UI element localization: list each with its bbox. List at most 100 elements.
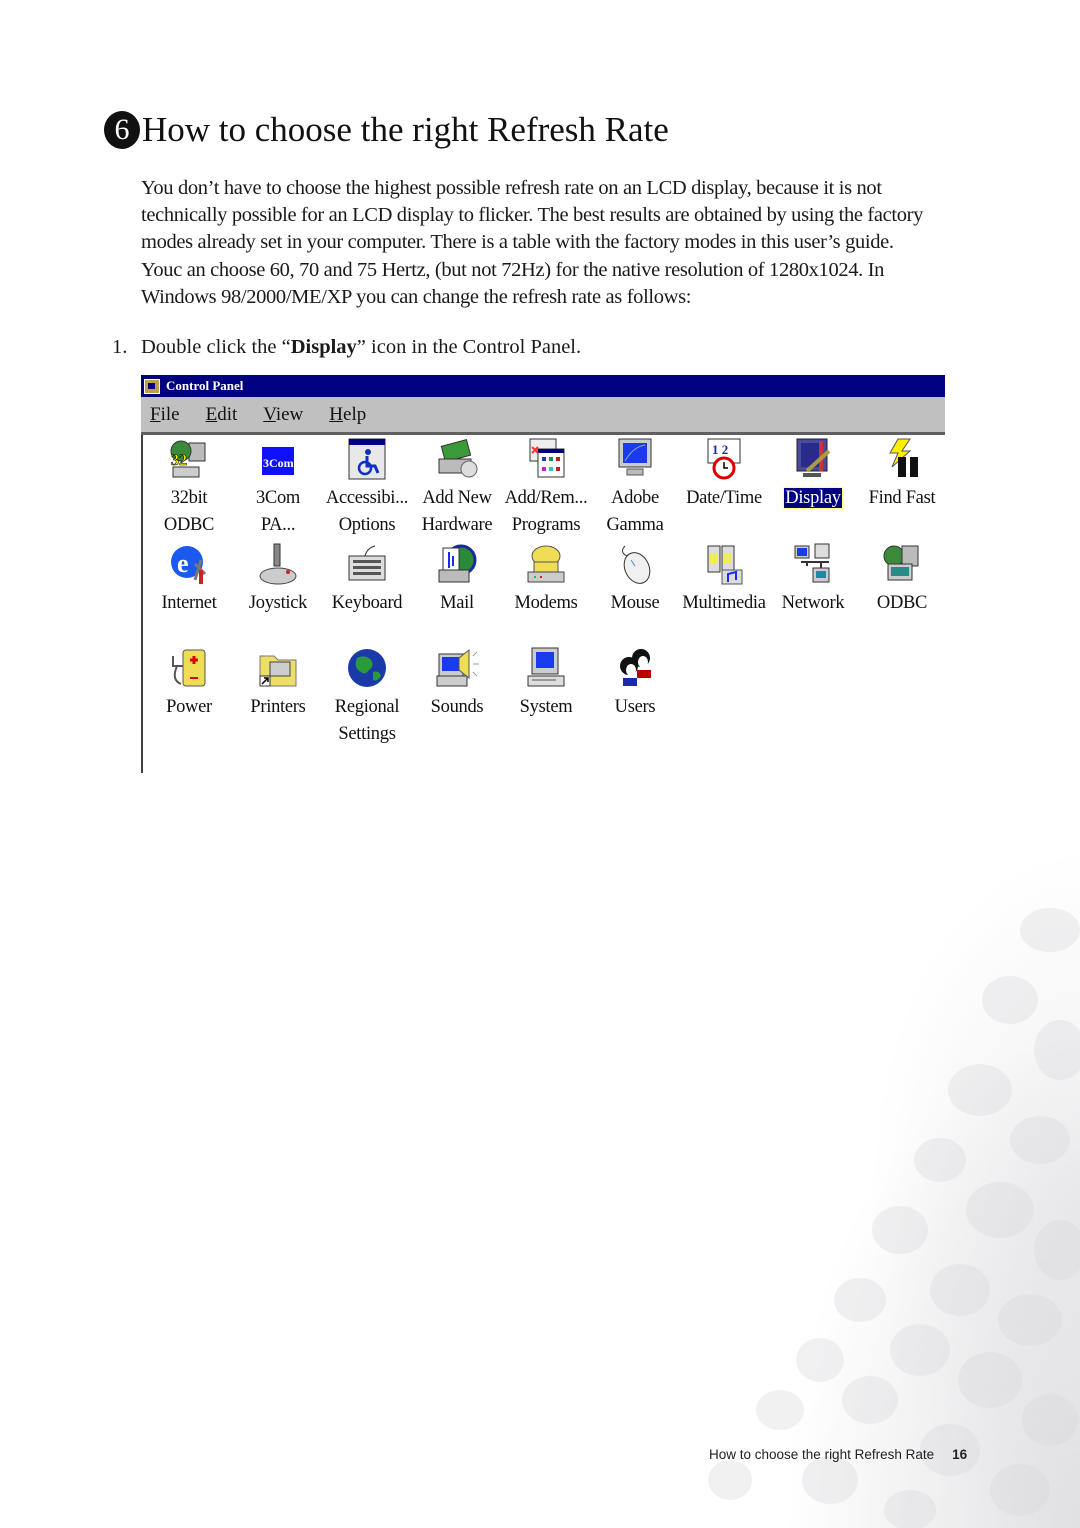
control-panel-item-add-rem[interactable]: Add/Rem... Programs [500,437,592,539]
control-panel-item-modems[interactable]: Modems [500,542,592,617]
control-panel-item-label: Modems [500,590,592,617]
control-panel-item-multimedia[interactable]: Multimedia [678,542,770,617]
control-panel-item-label: Adobe Gamma [589,485,681,539]
control-panel-item-label: Power [143,694,235,721]
regional-settings-icon [345,646,389,690]
add-remove-programs-icon [524,437,568,481]
control-panel-icon [144,378,160,394]
control-panel-item-printers[interactable]: Printers [232,646,324,721]
3com-icon: 3Com [256,437,300,481]
page-heading: 6 How to choose the right Refresh Rate [104,108,669,152]
system-icon [524,646,568,690]
label-line-2: Hardware [421,515,493,535]
printers-icon [256,646,300,690]
label-line-1: Sounds [430,697,484,717]
label-line-1: Accessibi... [325,488,409,508]
page-number: 16 [952,1447,968,1462]
menu-help[interactable]: Help [329,404,366,426]
menu-file[interactable]: File [150,404,180,426]
control-panel-item-label: System [500,694,592,721]
joystick-icon [256,542,300,586]
step-text-bold: Display [290,336,357,358]
control-panel-title-bar: Control Panel [141,375,945,397]
control-panel-item-find-fast[interactable]: Find Fast [856,437,948,512]
paragraph-line: modes already set in your computer. Ther… [141,231,894,254]
control-panel-item-label: Joystick [232,590,324,617]
control-panel-item-mouse[interactable]: Mouse [589,542,681,617]
control-panel-item-label: Regional Settings [321,694,413,748]
paragraph-line: You don’t have to choose the highest pos… [141,177,882,199]
menu-label: ile [160,403,180,425]
control-panel-screenshot: Control Panel File Edit View Help 32 32bi… [141,375,947,773]
control-panel-item-users[interactable]: Users [589,646,681,721]
control-panel-item-power[interactable]: Power [143,646,235,721]
menu-accelerator: E [205,403,218,425]
control-panel-item-adobe[interactable]: Adobe Gamma [589,437,681,539]
label-line-1: Mail [440,593,474,613]
accessibility-icon [345,437,389,481]
odbc-icon [880,542,924,586]
control-panel-item-label: Add New Hardware [411,485,503,539]
sounds-icon [435,646,479,690]
control-panel-item-label: ODBC [856,590,948,617]
control-panel-item-3com[interactable]: 3Com 3Com PA... [232,437,324,539]
control-panel-item-odbc[interactable]: ODBC [856,542,948,617]
control-panel-item-label: Mouse [589,590,681,617]
label-line-1: Multimedia [682,593,766,613]
control-panel-item-label: Users [589,694,681,721]
svg-text:32: 32 [171,452,187,469]
internet-icon: e [167,542,211,586]
control-panel-item-regional[interactable]: Regional Settings [321,646,413,748]
control-panel-item-label: Internet [143,590,235,617]
menu-edit[interactable]: Edit [206,404,238,426]
control-panel-item-32bit[interactable]: 32 32bit ODBC [143,437,235,539]
modem-icon [524,542,568,586]
step-1: 1. Double click the “Display” icon in the… [112,334,581,361]
control-panel-item-joystick[interactable]: Joystick [232,542,324,617]
label-line-1: Add/Rem... [504,488,588,508]
control-panel-item-internet[interactable]: e Internet [143,542,235,617]
label-line-1: Network [781,593,845,613]
control-panel-item-label: Sounds [411,694,503,721]
step-text-after: ” icon in the Control Panel. [356,336,582,358]
control-panel-item-date-time[interactable]: 1 2 Date/Time [678,437,770,512]
page-title: How to choose the right Refresh Rate [142,110,669,149]
label-line-1: System [519,697,573,717]
control-panel-item-keyboard[interactable]: Keyboard [321,542,413,617]
paragraph-line: Youc an choose 60, 70 and 75 Hertz, (but… [141,258,885,281]
label-line-2: Programs [511,515,581,535]
control-panel-item-mail[interactable]: Mail [411,542,503,617]
control-panel-item-accessibi[interactable]: Accessibi... Options [321,437,413,539]
date-time-icon: 1 2 [702,437,746,481]
control-panel-item-label: Mail [411,590,503,617]
control-panel-item-display[interactable]: Display [767,437,859,512]
odbc-32bit-icon: 32 [167,437,211,481]
users-icon [613,646,657,690]
step-number: 1. [112,336,128,358]
label-line-1: Mouse [610,593,660,613]
label-line-1: Keyboard [331,593,403,613]
label-line-1: ODBC [876,593,928,613]
paragraph-line: technically possible for an LCD display … [141,204,923,227]
control-panel-item-label: Printers [232,694,324,721]
label-line-1: 3Com [255,488,301,508]
paragraph-line: Windows 98/2000/ME/XP you can change the… [141,285,692,308]
control-panel-menu-bar: File Edit View Help [141,397,945,435]
control-panel-item-network[interactable]: Network [767,542,859,617]
label-line-1: Power [166,697,212,717]
display-icon [791,437,835,481]
mail-icon [435,542,479,586]
control-panel-icon-grid: 32 32bit ODBC 3Com 3Com PA... Accessibi... Opti… [141,435,947,773]
label-line-2: PA... [260,515,296,535]
control-panel-item-system[interactable]: System [500,646,592,721]
menu-view[interactable]: View [263,404,303,426]
control-panel-title: Control Panel [166,378,244,393]
control-panel-item-label: Accessibi... Options [321,485,413,539]
control-panel-item-add-new[interactable]: Add New Hardware [411,437,503,539]
label-line-1: Printers [250,697,306,717]
label-line-1: Joystick [248,593,308,613]
label-line-1: Regional [334,697,400,717]
label-line-2: Settings [338,724,396,744]
control-panel-item-sounds[interactable]: Sounds [411,646,503,721]
label-line-2: Gamma [606,515,664,535]
